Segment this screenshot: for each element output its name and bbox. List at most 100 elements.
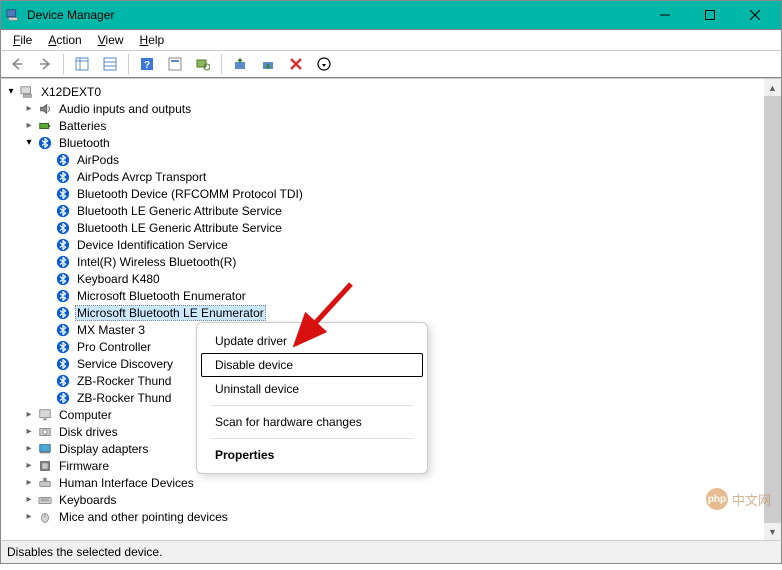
chevron-right-icon[interactable]: ▸ [23,426,35,437]
chevron-right-icon[interactable]: ▸ [23,494,35,505]
bluetooth-icon [55,152,71,168]
toolbar-separator [128,54,129,74]
window-title: Device Manager [27,8,642,22]
scroll-down-button[interactable]: ▼ [764,523,781,540]
tree-label: AirPods [75,153,121,167]
close-button[interactable] [732,1,777,29]
bluetooth-icon [55,254,71,270]
app-icon [5,7,21,23]
tree-category-audio[interactable]: ▸ Audio inputs and outputs [5,100,781,117]
scroll-up-button[interactable]: ▲ [764,79,781,96]
watermark-logo: php [706,488,728,510]
chevron-right-icon[interactable]: ▸ [23,443,35,454]
ctx-uninstall-device[interactable]: Uninstall device [201,377,423,401]
ctx-disable-device[interactable]: Disable device [201,353,423,377]
tree-item-bluetooth-device[interactable]: Microsoft Bluetooth LE Enumerator [5,304,781,321]
keyboard-icon [37,492,53,508]
chevron-right-icon[interactable]: ▸ [23,120,35,131]
computer-icon [19,84,35,100]
ctx-separator [211,438,413,439]
back-button[interactable] [5,52,29,76]
mouse-icon [37,509,53,525]
tree-label: Service Discovery [75,357,175,371]
tree-item-bluetooth-device[interactable]: Intel(R) Wireless Bluetooth(R) [5,253,781,270]
tree-label: MX Master 3 [75,323,147,337]
enable-device-button[interactable] [312,52,336,76]
tree-item-bluetooth-device[interactable]: Keyboard K480 [5,270,781,287]
chevron-right-icon[interactable]: ▸ [23,477,35,488]
menu-action[interactable]: Action [40,31,89,49]
tree-category-mice[interactable]: ▸ Mice and other pointing devices [5,508,781,525]
maximize-button[interactable] [687,1,732,29]
scan-hardware-button[interactable] [191,52,215,76]
watermark-text: 中文网 [732,490,771,509]
tree-label: Pro Controller [75,340,153,354]
chevron-right-icon[interactable]: ▸ [23,511,35,522]
menu-help[interactable]: Help [132,31,173,49]
details-button[interactable] [163,52,187,76]
bluetooth-icon [55,339,71,355]
disk-icon [37,424,53,440]
display-adapter-icon [37,441,53,457]
bluetooth-icon [55,305,71,321]
tree-label: Bluetooth Device (RFCOMM Protocol TDI) [75,187,305,201]
ctx-update-driver[interactable]: Update driver [201,329,423,353]
ctx-separator [211,405,413,406]
tree-label: Microsoft Bluetooth LE Enumerator [75,305,266,321]
bluetooth-icon [55,390,71,406]
chevron-right-icon[interactable]: ▸ [23,460,35,471]
bluetooth-icon [55,322,71,338]
tree-label: Device Identification Service [75,238,230,252]
update-driver-button[interactable] [228,52,252,76]
menu-view[interactable]: View [90,31,132,49]
ctx-scan-hardware[interactable]: Scan for hardware changes [201,410,423,434]
bluetooth-icon [55,356,71,372]
bluetooth-icon [55,186,71,202]
menu-file[interactable]: File [5,31,40,49]
uninstall-device-button[interactable] [284,52,308,76]
chevron-down-icon[interactable]: ▾ [23,137,35,148]
chevron-right-icon[interactable]: ▸ [23,103,35,114]
help-button[interactable]: ? [135,52,159,76]
tree-item-bluetooth-device[interactable]: AirPods [5,151,781,168]
tree-category-hid[interactable]: ▸ Human Interface Devices [5,474,781,491]
ctx-properties[interactable]: Properties [201,443,423,467]
tree-item-bluetooth-device[interactable]: Microsoft Bluetooth Enumerator [5,287,781,304]
toolbar-separator [221,54,222,74]
tree-item-bluetooth-device[interactable]: Bluetooth LE Generic Attribute Service [5,219,781,236]
tree-category-bluetooth[interactable]: ▾ Bluetooth [5,134,781,151]
tree-item-bluetooth-device[interactable]: Bluetooth LE Generic Attribute Service [5,202,781,219]
minimize-button[interactable] [642,1,687,29]
tree-label: Intel(R) Wireless Bluetooth(R) [75,255,238,269]
status-bar: Disables the selected device. [0,540,782,564]
tree-category-keyboards[interactable]: ▸ Keyboards [5,491,781,508]
tree-label: X12DEXT0 [39,85,103,99]
bluetooth-icon [55,169,71,185]
tree-label: Audio inputs and outputs [57,102,193,116]
forward-button[interactable] [33,52,57,76]
tree-label: Microsoft Bluetooth Enumerator [75,289,248,303]
vertical-scrollbar[interactable]: ▲ ▼ [764,79,781,540]
tree-label: Mice and other pointing devices [57,510,230,524]
tree-label: Human Interface Devices [57,476,196,490]
tree-item-bluetooth-device[interactable]: Device Identification Service [5,236,781,253]
tree-label: ZB-Rocker Thund [75,374,173,388]
disable-device-button[interactable] [256,52,280,76]
bluetooth-icon [55,373,71,389]
tree-root[interactable]: ▾ X12DEXT0 [5,83,781,100]
tree-item-bluetooth-device[interactable]: Bluetooth Device (RFCOMM Protocol TDI) [5,185,781,202]
list-button[interactable] [98,52,122,76]
chip-icon [37,458,53,474]
scroll-thumb[interactable] [764,96,781,523]
bluetooth-icon [55,271,71,287]
tree-category-batteries[interactable]: ▸ Batteries [5,117,781,134]
chevron-down-icon[interactable]: ▾ [5,86,17,97]
chevron-right-icon[interactable]: ▸ [23,409,35,420]
show-hide-tree-button[interactable] [70,52,94,76]
watermark: php 中文网 [706,488,771,510]
battery-icon [37,118,53,134]
tree-item-bluetooth-device[interactable]: AirPods Avrcp Transport [5,168,781,185]
tree-label: Batteries [57,119,108,133]
tree-label: Keyboard K480 [75,272,162,286]
toolbar: ? [0,50,782,78]
